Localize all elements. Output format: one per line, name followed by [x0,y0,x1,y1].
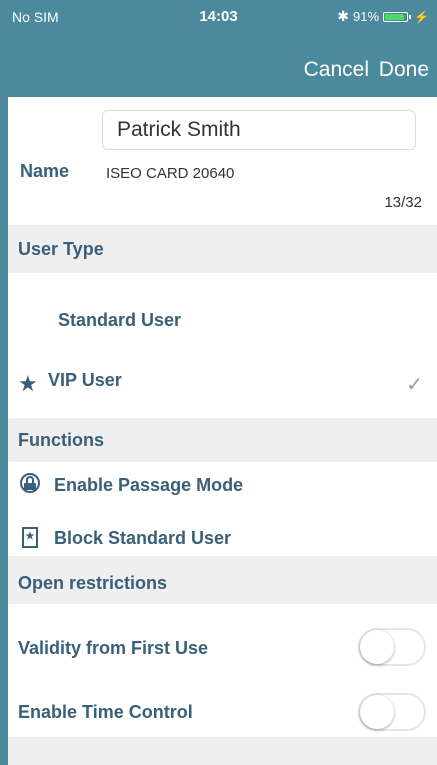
status-bar: No SIM 14:03 ✱ 91% ⚡ [0,0,437,32]
user-edit-screen: No SIM 14:03 ✱ 91% ⚡ Cancel Done Name IS… [0,0,437,765]
content-area: Name ISEO CARD 20640 13/32 User Type Sta… [8,97,437,765]
enable-passage-mode-item[interactable]: Enable Passage Mode [54,475,243,496]
lock-circle-icon [20,473,40,493]
navigation-bar: Cancel Done [0,32,437,97]
character-count: 13/32 [384,194,422,211]
validity-first-use-label: Validity from First Use [18,638,209,658]
vip-user-option[interactable]: VIP User [48,370,122,391]
left-edge-strip [0,97,8,765]
card-label: ISEO CARD 20640 [106,165,235,182]
footer-spacer [8,737,437,765]
enable-time-control-toggle[interactable] [358,693,426,731]
bluetooth-icon: ✱ [337,8,350,24]
cancel-button[interactable]: Cancel [304,58,369,82]
status-right: ✱ 91% ⚡ [337,8,429,25]
enable-time-control-label: Enable Time Control [18,702,193,722]
name-label: Name [20,161,70,181]
open-restrictions-header: Open restrictions [8,556,437,604]
checkmark-icon: ✓ [406,374,423,396]
done-button[interactable]: Done [379,58,429,82]
open-restrictions-title: Open restrictions [18,573,168,593]
functions-title: Functions [18,430,104,450]
toggle-knob [360,630,394,664]
toggle-knob [360,695,394,729]
lock-body [24,483,36,490]
battery-percent: 91% [353,9,380,24]
standard-user-option[interactable]: Standard User [58,310,181,331]
battery-icon [383,11,412,22]
name-input[interactable] [102,110,416,150]
battery-tip [409,14,412,19]
user-type-header: User Type [8,225,437,273]
functions-header: Functions [8,418,437,462]
charging-icon: ⚡ [414,9,429,24]
user-type-title: User Type [18,239,104,259]
block-standard-user-item[interactable]: Block Standard User [54,528,231,549]
star-icon: ★ [18,371,38,396]
battery-fill [385,13,405,20]
top-bar: No SIM 14:03 ✱ 91% ⚡ Cancel Done [0,0,437,97]
validity-first-use-toggle[interactable] [358,628,426,666]
badge-star-icon: ★ [22,527,38,548]
